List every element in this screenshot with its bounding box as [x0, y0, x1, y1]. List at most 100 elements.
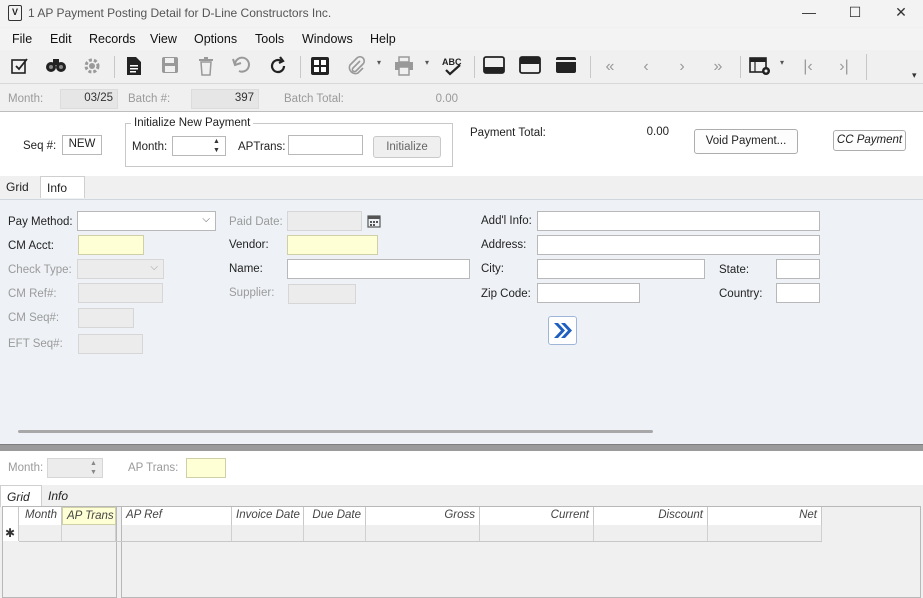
supplier-field[interactable]	[288, 284, 356, 304]
init-aptrans-field[interactable]	[288, 135, 363, 155]
menu-help[interactable]: Help	[370, 32, 396, 46]
previous-record-icon[interactable]: ‹	[634, 56, 658, 78]
grid-settings-dropdown-icon[interactable]: ▾	[780, 58, 784, 67]
addl-info-field[interactable]	[537, 211, 820, 231]
window-title: 1 AP Payment Posting Detail for D-Line C…	[28, 6, 332, 20]
column-header-due-date[interactable]: Due Date	[304, 507, 366, 525]
payment-total-value: 0.00	[646, 126, 669, 138]
batch-number-field[interactable]: 397	[191, 89, 259, 109]
cc-payment-button[interactable]: CC Payment	[833, 130, 906, 151]
menu-records[interactable]: Records	[89, 32, 136, 46]
menu-view[interactable]: View	[150, 32, 177, 46]
column-header-month[interactable]: Month	[19, 507, 62, 525]
addl-info-label: Add'l Info:	[481, 215, 532, 227]
attachment-dropdown-icon[interactable]: ▾	[377, 58, 381, 67]
calculator-icon[interactable]	[308, 56, 332, 78]
grid-cell-discount[interactable]	[594, 525, 708, 541]
column-header-discount[interactable]: Discount	[594, 507, 708, 525]
new-document-icon[interactable]	[122, 56, 146, 78]
lower-aptrans-field[interactable]	[186, 458, 226, 478]
column-header-ap-ref[interactable]: AP Ref	[122, 507, 232, 525]
batch-month-field[interactable]: 03/25	[60, 89, 118, 109]
binoculars-icon[interactable]	[44, 56, 68, 78]
maximize-button[interactable]: ☐	[832, 0, 878, 27]
menu-windows[interactable]: Windows	[302, 32, 353, 46]
close-button[interactable]: ✕	[878, 0, 923, 27]
state-label: State:	[719, 264, 750, 276]
undo-icon[interactable]	[230, 56, 254, 78]
attachment-icon[interactable]	[344, 55, 368, 78]
name-field[interactable]	[287, 259, 470, 279]
last-record-icon[interactable]: »	[706, 56, 730, 78]
layout-bottom-panel-icon[interactable]	[482, 56, 506, 78]
menu-options[interactable]: Options	[194, 32, 237, 46]
delete-icon[interactable]	[194, 56, 218, 78]
menu-tools[interactable]: Tools	[255, 32, 284, 46]
tab-grid[interactable]: Grid	[0, 176, 35, 198]
check-type-select[interactable]: ⌵	[77, 259, 164, 279]
lower-month-spinner-icon[interactable]: ▲ ▼	[90, 459, 97, 477]
new-row-icon: ✱	[5, 526, 16, 540]
pay-method-select[interactable]: ⌵	[77, 211, 216, 231]
vendor-field[interactable]	[287, 235, 378, 255]
gear-icon[interactable]	[80, 56, 104, 78]
form-edit-icon[interactable]	[8, 56, 32, 78]
grid-cell-due-date[interactable]	[304, 525, 366, 541]
city-field[interactable]	[537, 259, 705, 279]
country-label: Country:	[719, 288, 763, 300]
grid-cell-month[interactable]	[19, 525, 62, 541]
grid-cell-ap-trans[interactable]	[62, 525, 116, 541]
initialize-button[interactable]: Initialize	[373, 136, 441, 158]
column-header-current[interactable]: Current	[480, 507, 594, 525]
lower-tab-grid[interactable]: Grid	[0, 485, 42, 507]
calendar-icon[interactable]	[367, 214, 381, 231]
cm-acct-field[interactable]	[78, 235, 144, 255]
void-payment-button[interactable]: Void Payment...	[694, 129, 798, 154]
print-icon[interactable]	[392, 56, 416, 78]
grid-cell-current[interactable]	[480, 525, 594, 541]
refresh-icon[interactable]	[266, 56, 290, 78]
column-header-invoice-date[interactable]: Invoice Date	[232, 507, 304, 525]
save-icon[interactable]	[158, 56, 182, 78]
name-label: Name:	[229, 263, 263, 275]
column-header-ap-trans[interactable]: AP Trans	[62, 507, 116, 525]
column-header-net[interactable]: Net	[708, 507, 822, 525]
spellcheck-icon[interactable]: ABC	[440, 56, 464, 78]
expand-address-button[interactable]	[548, 316, 577, 345]
menu-file[interactable]: File	[12, 32, 32, 46]
cm-seq-field[interactable]	[78, 308, 134, 328]
last-page-icon[interactable]: ›|	[832, 56, 856, 78]
first-record-icon[interactable]: «	[598, 56, 622, 78]
grid-settings-icon[interactable]	[748, 56, 772, 78]
country-field[interactable]	[776, 283, 820, 303]
grid-cell-gross[interactable]	[366, 525, 480, 541]
zip-code-field[interactable]	[537, 283, 640, 303]
layout-split-panel-icon[interactable]	[518, 56, 542, 78]
grid-cell-ap-ref[interactable]	[122, 525, 232, 541]
address-field[interactable]	[537, 235, 820, 255]
title-bar: V 1 AP Payment Posting Detail for D-Line…	[0, 0, 923, 27]
first-page-icon[interactable]: |‹	[796, 56, 820, 78]
city-label: City:	[481, 263, 504, 275]
minimize-button[interactable]: —	[786, 0, 832, 27]
lower-tab-info[interactable]: Info	[42, 485, 74, 507]
tab-info[interactable]: Info	[40, 176, 85, 198]
layout-top-panel-icon[interactable]	[554, 56, 578, 78]
state-field[interactable]	[776, 259, 820, 279]
menu-edit[interactable]: Edit	[50, 32, 72, 46]
panel-splitter[interactable]	[0, 444, 923, 451]
toolbar-overflow-icon[interactable]: ▾	[912, 70, 917, 81]
eft-seq-field[interactable]	[78, 334, 143, 354]
grid-cell-net[interactable]	[708, 525, 822, 541]
print-dropdown-icon[interactable]: ▾	[425, 58, 429, 67]
paid-date-field[interactable]	[287, 211, 362, 231]
next-record-icon[interactable]: ›	[670, 56, 694, 78]
pay-method-label: Pay Method:	[8, 216, 73, 228]
init-month-spinner-icon[interactable]: ▲ ▼	[213, 137, 220, 155]
cm-ref-field[interactable]	[78, 283, 163, 303]
seq-field[interactable]: NEW	[62, 135, 102, 155]
lower-tab-strip: Grid Info	[0, 485, 923, 507]
grid-cell-invoice-date[interactable]	[232, 525, 304, 541]
column-header-gross[interactable]: Gross	[366, 507, 480, 525]
horizontal-scrollbar[interactable]	[18, 430, 653, 433]
